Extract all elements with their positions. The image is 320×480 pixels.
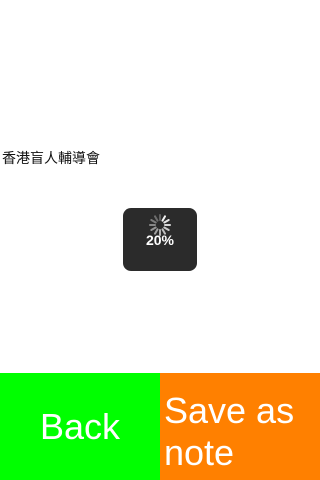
spinner-spoke	[154, 215, 159, 222]
back-button[interactable]: Back	[0, 373, 160, 480]
page-title: 香港盲人輔導會	[2, 151, 100, 167]
loading-indicator: 20%	[123, 208, 197, 271]
spinner-spoke	[163, 226, 170, 231]
spinner-spoke	[161, 215, 166, 222]
progress-percent: 20%	[145, 232, 175, 248]
app-screen: 香港盲人輔導會 20% Back Save as note	[0, 0, 320, 480]
save-as-note-button[interactable]: Save as note	[160, 373, 320, 480]
spinner-spoke	[163, 219, 170, 224]
spinner-spoke	[150, 219, 157, 224]
spinner-spoke	[150, 226, 157, 231]
